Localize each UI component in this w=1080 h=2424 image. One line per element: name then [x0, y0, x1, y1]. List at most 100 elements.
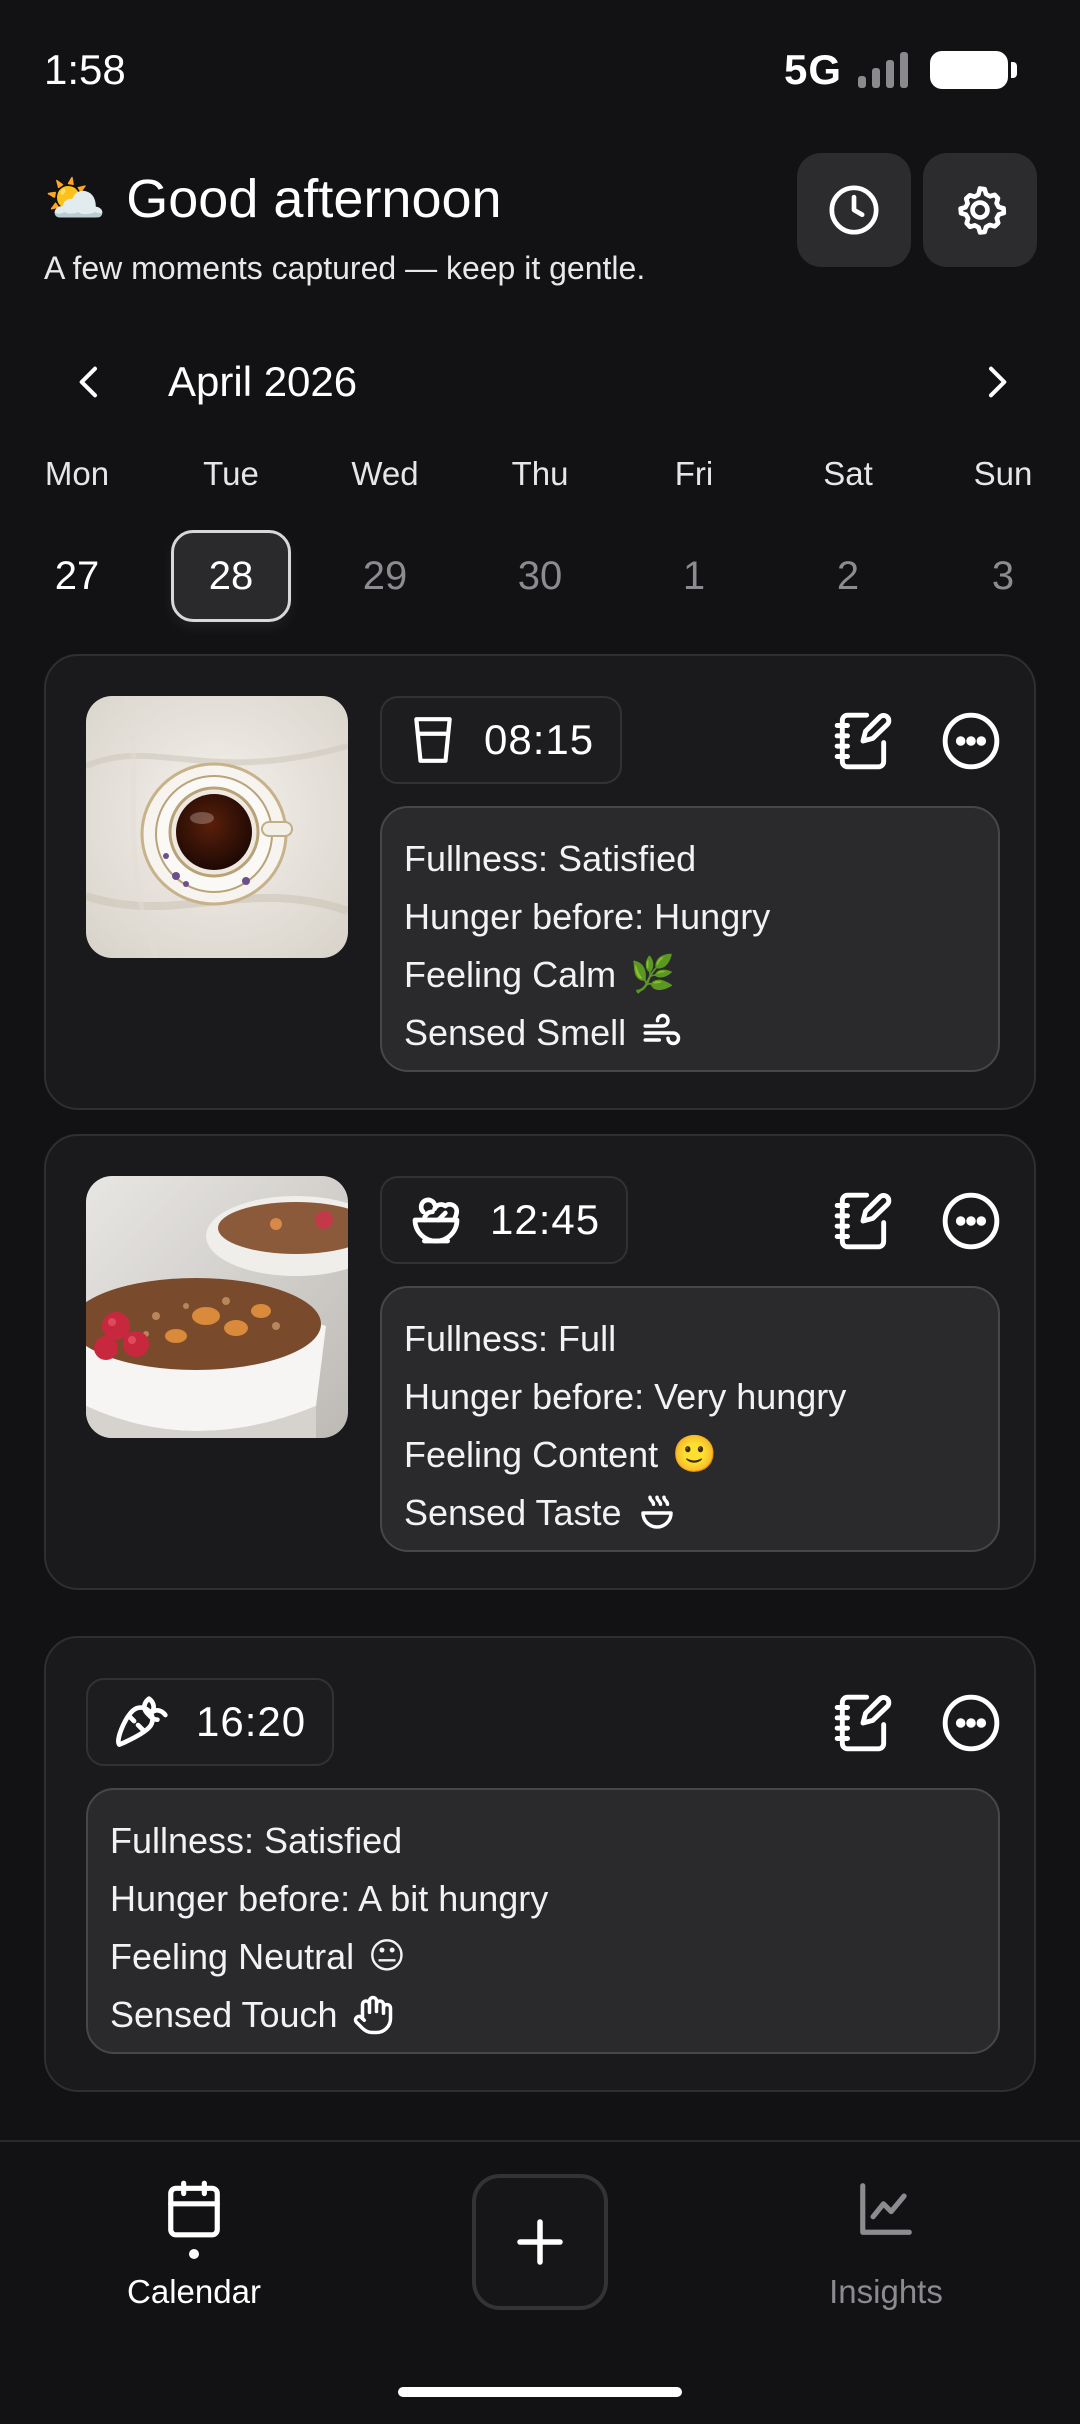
- day-name: Sun: [973, 455, 1033, 492]
- previous-month-button[interactable]: [62, 354, 118, 410]
- smile-icon: 🙂: [672, 1434, 717, 1475]
- sense-row: Sensed Touch: [110, 1986, 976, 2044]
- settings-button[interactable]: [923, 153, 1037, 267]
- sense-text: Sensed Touch: [110, 1994, 338, 2035]
- sense-text: Sensed Taste: [404, 1492, 622, 1533]
- day-name: Wed: [351, 455, 419, 492]
- taste-icon: [640, 1495, 673, 1529]
- day-wed[interactable]: Wed 29: [308, 450, 462, 622]
- journal-button[interactable]: [828, 706, 898, 776]
- time-pill[interactable]: 12:45: [380, 1176, 629, 1264]
- meal-entry-card[interactable]: 12:45 Fullness: Full Hunger before: Very…: [44, 1134, 1036, 1590]
- journal-button[interactable]: [828, 1688, 898, 1758]
- feeling-text: Feeling Content: [404, 1434, 659, 1475]
- bottom-navigation: Calendar Insights: [0, 2140, 1080, 2424]
- battery-icon: [930, 51, 1017, 89]
- clock-icon: [829, 185, 879, 235]
- nav-insights[interactable]: Insights: [776, 2178, 996, 2311]
- day-thu[interactable]: Thu 30: [463, 450, 617, 622]
- time-pill[interactable]: 08:15: [380, 696, 623, 784]
- day-number: 29: [362, 554, 408, 598]
- gear-icon: [958, 186, 1007, 235]
- day-fri[interactable]: Fri 1: [617, 450, 771, 622]
- day-number: 1: [682, 554, 706, 598]
- greeting-subtitle: A few moments captured — keep it gentle.: [44, 250, 646, 286]
- journal-button[interactable]: [828, 1186, 898, 1256]
- wind-icon: [643, 1013, 681, 1046]
- tea-cup-photo: [86, 696, 348, 958]
- feeling-row: Feeling Calm 🌿: [404, 946, 976, 1004]
- day-number: 2: [836, 554, 860, 598]
- hand-icon: [353, 1995, 392, 2035]
- sense-row: Sensed Taste: [404, 1484, 976, 1542]
- carrot-icon: [116, 1696, 168, 1747]
- meal-photo[interactable]: [86, 696, 348, 958]
- fullness-text: Fullness: Satisfied: [404, 838, 697, 879]
- nav-calendar-label: Calendar: [127, 2273, 261, 2310]
- fullness-text: Fullness: Satisfied: [110, 1820, 403, 1861]
- network-label: 5G: [783, 46, 842, 93]
- meal-entry-card[interactable]: 16:20 Fullness: Satisfied Hunger before:…: [44, 1636, 1036, 2092]
- status-bar: 1:58 5G: [0, 0, 1080, 140]
- notebook-pen-icon: [834, 1694, 892, 1752]
- feeling-row: Feeling Neutral 😐: [110, 1928, 976, 1986]
- more-options-button[interactable]: [936, 1186, 1006, 1256]
- entry-time: 08:15: [484, 716, 595, 763]
- chevron-right-icon: [989, 366, 1007, 398]
- nav-insights-label: Insights: [829, 2273, 943, 2310]
- more-options-button[interactable]: [936, 1688, 1006, 1758]
- day-number: 30: [517, 554, 563, 598]
- day-sun[interactable]: Sun 3: [926, 450, 1080, 622]
- month-label: April 2026: [168, 358, 358, 405]
- home-indicator[interactable]: [398, 2387, 682, 2397]
- entry-time: 12:45: [490, 1196, 601, 1243]
- day-name: Fri: [674, 455, 714, 492]
- meal-photo[interactable]: [86, 1176, 348, 1438]
- sense-text: Sensed Smell: [404, 1012, 627, 1053]
- entry-details: Fullness: Satisfied Hunger before: Hungr…: [380, 806, 1000, 1072]
- day-sat[interactable]: Sat 2: [771, 450, 925, 622]
- calendar-icon: [168, 2180, 220, 2238]
- plus-icon: [517, 2219, 563, 2265]
- more-horizontal-icon: [942, 1192, 1000, 1250]
- more-options-button[interactable]: [936, 706, 1006, 776]
- active-indicator: [189, 2249, 199, 2259]
- day-tue[interactable]: Tue 28: [154, 450, 308, 622]
- day-mon[interactable]: Mon 27: [0, 450, 154, 622]
- hunger-text: Hunger before: Hungry: [404, 896, 771, 937]
- nav-calendar[interactable]: Calendar: [84, 2178, 304, 2311]
- sense-row: Sensed Smell: [404, 1004, 976, 1062]
- day-name: Thu: [511, 455, 569, 492]
- feeling-text: Feeling Neutral: [110, 1936, 355, 1977]
- notebook-pen-icon: [834, 712, 892, 770]
- more-horizontal-icon: [942, 712, 1000, 770]
- weather-icon: ⛅: [44, 170, 107, 228]
- hunger-text: Hunger before: Very hungry: [404, 1376, 847, 1417]
- granola-bowl-photo: [86, 1176, 348, 1438]
- notebook-pen-icon: [834, 1192, 892, 1250]
- day-name: Sat: [823, 455, 873, 492]
- day-name: Tue: [203, 455, 259, 492]
- hunger-text: Hunger before: A bit hungry: [110, 1878, 549, 1919]
- fullness-text: Fullness: Full: [404, 1318, 617, 1359]
- cup-icon: [414, 717, 452, 763]
- greeting-title: Good afternoon: [126, 169, 502, 229]
- chart-line-icon: [860, 2183, 912, 2235]
- history-button[interactable]: [797, 153, 911, 267]
- leaf-icon: 🌿: [630, 954, 675, 995]
- greeting: ⛅ Good afternoon: [44, 168, 502, 230]
- meal-entry-card[interactable]: 08:15 Fullness: Satisfied Hunger before:…: [44, 654, 1036, 1110]
- day-name: Mon: [44, 455, 110, 492]
- add-entry-button[interactable]: [472, 2174, 608, 2310]
- next-month-button[interactable]: [968, 354, 1024, 410]
- status-time: 1:58: [44, 46, 126, 93]
- feeling-row: Feeling Content 🙂: [404, 1426, 976, 1484]
- more-horizontal-icon: [942, 1694, 1000, 1752]
- entry-details: Fullness: Satisfied Hunger before: A bit…: [86, 1788, 1000, 2054]
- day-number-selected: 28: [171, 530, 291, 622]
- salad-bowl-icon: [412, 1197, 460, 1244]
- day-number: 27: [54, 554, 100, 598]
- time-pill[interactable]: 16:20: [86, 1678, 335, 1766]
- entry-time: 16:20: [196, 1698, 307, 1745]
- month-navigation: April 2026: [0, 350, 1080, 414]
